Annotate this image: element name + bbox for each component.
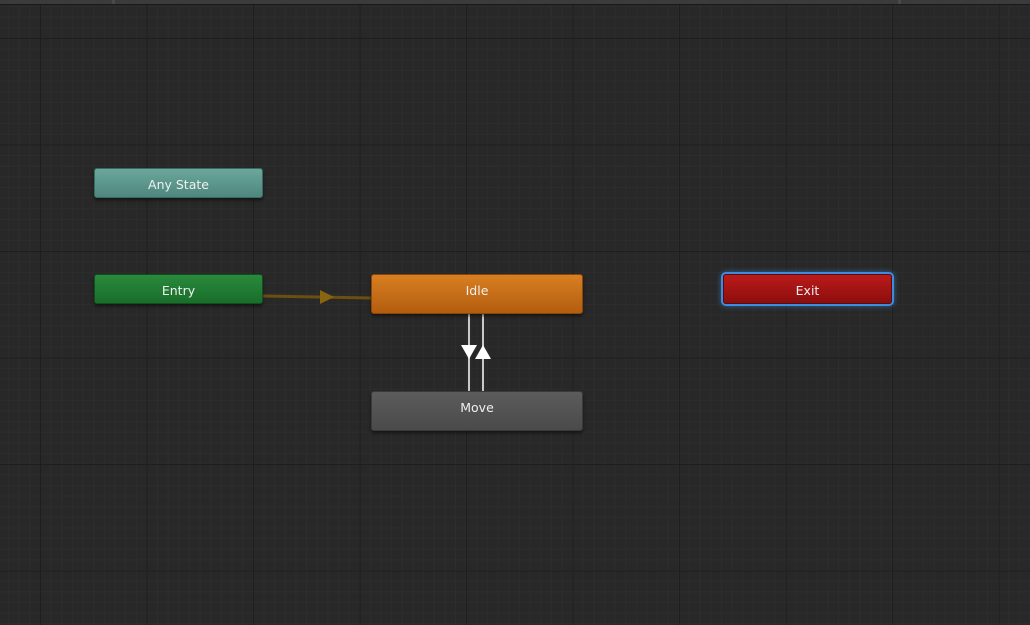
transition-line xyxy=(262,294,372,300)
state-node-entry[interactable]: Entry xyxy=(94,274,263,304)
state-label: Exit xyxy=(795,283,820,298)
state-node-move[interactable]: Move xyxy=(371,391,583,431)
arrow-up-icon xyxy=(475,345,491,359)
state-label: Idle xyxy=(465,283,489,298)
state-label: Any State xyxy=(148,177,209,192)
transition-arrow-icon xyxy=(320,290,334,304)
state-node-exit[interactable]: Exit xyxy=(723,274,892,304)
transition-entry-to-idle[interactable] xyxy=(262,290,372,304)
state-label: Move xyxy=(460,400,494,415)
state-node-idle[interactable]: Idle xyxy=(371,274,583,314)
arrow-down-icon xyxy=(461,345,477,359)
transition-move-to-idle[interactable] xyxy=(475,314,491,391)
transition-idle-to-move[interactable] xyxy=(461,314,477,391)
state-node-any-state[interactable]: Any State xyxy=(94,168,263,198)
state-label: Entry xyxy=(161,283,196,298)
